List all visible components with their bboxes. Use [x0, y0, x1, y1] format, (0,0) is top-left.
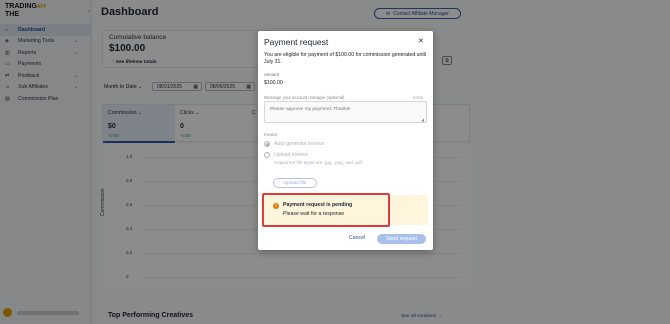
- pending-subtitle: Please wait for a response: [283, 211, 345, 217]
- upload-file-button[interactable]: Upload file: [273, 178, 317, 188]
- amount-value: $100.00: [264, 80, 283, 86]
- resize-handle-icon[interactable]: ◢: [421, 117, 424, 122]
- modal-title: Payment request: [264, 37, 329, 47]
- message-label: Message your account manager (optional): [264, 95, 345, 100]
- pending-alert: ! Payment request is pending Please wait…: [262, 193, 390, 227]
- message-textarea[interactable]: [264, 101, 427, 123]
- radio-upload-invoice[interactable]: [264, 152, 270, 158]
- radio-auto-generate-label: Auto generate invoice: [274, 141, 325, 147]
- send-request-button[interactable]: Send request: [377, 234, 426, 244]
- modal-description: You are eligible for payment of $100.00 …: [264, 52, 427, 65]
- character-counter: 0/250: [413, 95, 424, 100]
- warning-icon: !: [273, 203, 279, 209]
- invoice-label: Invoice: [264, 132, 278, 137]
- amount-label: Amount: [264, 72, 279, 77]
- close-icon[interactable]: ✕: [418, 37, 424, 45]
- payment-request-modal: Payment request ✕ You are eligible for p…: [258, 31, 433, 250]
- pending-title: Payment request is pending: [283, 202, 353, 208]
- radio-auto-generate[interactable]: [264, 141, 270, 147]
- cancel-button[interactable]: Cancel: [349, 235, 365, 241]
- radio-upload-invoice-label: Upload invoice: [274, 152, 309, 158]
- supported-file-types: Supported file types are .jpg, .png, and…: [274, 160, 364, 165]
